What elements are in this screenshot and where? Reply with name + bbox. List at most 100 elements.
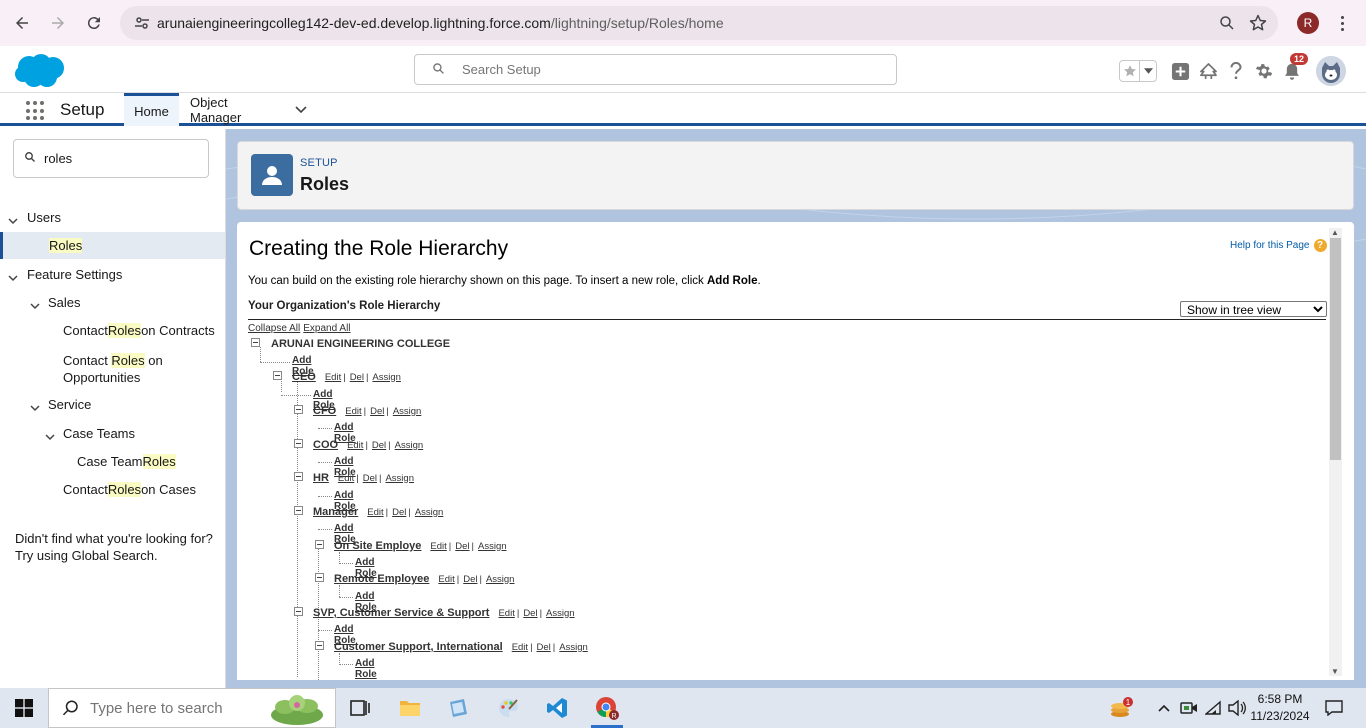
help-icon[interactable] xyxy=(1222,58,1250,84)
meet-now-icon[interactable] xyxy=(1178,688,1200,728)
collapse-toggle-icon[interactable] xyxy=(294,607,303,616)
browser-profile-avatar[interactable]: R xyxy=(1297,12,1319,34)
tab-object-manager[interactable]: Object Manager xyxy=(179,93,307,126)
expand-all-link[interactable]: Expand All xyxy=(303,323,350,334)
tab-home[interactable]: Home xyxy=(124,93,179,126)
address-bar[interactable]: arunaiengineeringcolleg142-dev-ed.develo… xyxy=(120,6,1278,40)
quick-find-box[interactable] xyxy=(13,139,209,178)
scrollbar-thumb[interactable] xyxy=(1330,238,1341,460)
notes-app-icon[interactable] xyxy=(434,688,482,728)
quick-find-input[interactable] xyxy=(44,151,194,166)
edit-link[interactable]: Edit xyxy=(367,507,383,518)
assign-link[interactable]: Assign xyxy=(393,406,422,417)
sidebar-item-contact-roles-contracts[interactable]: Contact Roles on Contracts xyxy=(63,323,215,338)
user-avatar[interactable] xyxy=(1316,56,1346,86)
assign-link[interactable]: Assign xyxy=(486,574,515,585)
edit-link[interactable]: Edit xyxy=(345,406,361,417)
vscode-icon[interactable] xyxy=(533,688,581,728)
assign-link[interactable]: Assign xyxy=(546,608,575,619)
collapse-toggle-icon[interactable] xyxy=(294,439,303,448)
wifi-icon[interactable] xyxy=(1203,688,1225,728)
volume-icon[interactable] xyxy=(1226,688,1248,728)
sidebar-item-case-team-roles[interactable]: Case Team Roles xyxy=(77,454,176,469)
role-link-customer-support-intl[interactable]: Customer Support, International xyxy=(334,641,503,653)
chevron-down-icon[interactable] xyxy=(8,213,18,228)
delete-link[interactable]: Del xyxy=(523,608,537,619)
sidebar-item-contact-roles-opportunities[interactable]: Contact Roles on Opportunities xyxy=(63,352,163,386)
edit-link[interactable]: Edit xyxy=(498,608,514,619)
reload-icon[interactable] xyxy=(76,5,112,41)
edit-link[interactable]: Edit xyxy=(438,574,454,585)
view-mode-select[interactable]: Show in tree view xyxy=(1180,301,1327,317)
help-for-page-link[interactable]: Help for this Page ? xyxy=(1230,239,1327,252)
sidebar-item-case-teams[interactable]: Case Teams xyxy=(45,426,135,441)
delete-link[interactable]: Del xyxy=(392,507,406,518)
collapse-toggle-icon[interactable] xyxy=(315,573,324,582)
chevron-down-icon[interactable] xyxy=(295,105,307,114)
edit-link[interactable]: Edit xyxy=(338,473,354,484)
chevron-down-icon[interactable] xyxy=(30,400,40,415)
role-link-cfo[interactable]: CFO xyxy=(313,405,336,417)
role-link-on-site-employe[interactable]: On Site Employe xyxy=(334,540,421,552)
file-explorer-icon[interactable] xyxy=(386,688,434,728)
scroll-up-arrow-icon[interactable]: ▲ xyxy=(1331,228,1339,237)
assign-link[interactable]: Assign xyxy=(478,541,507,552)
trailhead-icon[interactable] xyxy=(1194,58,1222,84)
content-scrollbar[interactable]: ▲ ▼ xyxy=(1329,228,1342,676)
scroll-down-arrow-icon[interactable]: ▼ xyxy=(1331,667,1339,676)
task-view-icon[interactable] xyxy=(336,688,384,728)
global-actions-icon[interactable] xyxy=(1166,58,1194,84)
sidebar-item-contact-roles-cases[interactable]: Contact Roles on Cases xyxy=(63,482,196,497)
chevron-up-icon[interactable] xyxy=(1154,688,1174,728)
collapse-toggle-icon[interactable] xyxy=(315,641,324,650)
role-link-remote-employee[interactable]: Remote Employee xyxy=(334,573,429,585)
delete-link[interactable]: Del xyxy=(363,473,377,484)
delete-link[interactable]: Del xyxy=(350,372,364,383)
delete-link[interactable]: Del xyxy=(537,642,551,653)
sidebar-item-service[interactable]: Service xyxy=(30,397,91,412)
edit-link[interactable]: Edit xyxy=(325,372,341,383)
favorites-dropdown-icon[interactable] xyxy=(1139,61,1156,81)
chrome-icon[interactable]: R xyxy=(583,688,631,728)
setup-gear-icon[interactable] xyxy=(1250,58,1278,84)
back-icon[interactable] xyxy=(4,5,40,41)
taskbar-search-box[interactable] xyxy=(48,688,336,728)
assign-link[interactable]: Assign xyxy=(415,507,444,518)
sidebar-item-users[interactable]: Users xyxy=(8,210,61,225)
collapse-toggle-icon[interactable] xyxy=(294,472,303,481)
paint-app-icon[interactable] xyxy=(484,688,532,728)
zoom-icon[interactable] xyxy=(1218,14,1236,35)
favorites-star-icon[interactable] xyxy=(1120,61,1139,81)
help-link-text[interactable]: Help for this Page xyxy=(1230,240,1310,251)
sidebar-item-sales[interactable]: Sales xyxy=(30,295,81,310)
delete-link[interactable]: Del xyxy=(370,406,384,417)
global-search-input[interactable] xyxy=(462,62,862,77)
assign-link[interactable]: Assign xyxy=(385,473,414,484)
bookmark-star-icon[interactable] xyxy=(1248,13,1268,36)
assign-link[interactable]: Assign xyxy=(395,440,424,451)
chevron-down-icon[interactable] xyxy=(30,298,40,313)
global-search-box[interactable] xyxy=(414,54,897,85)
collapse-toggle-icon[interactable] xyxy=(294,405,303,414)
add-role-link[interactable]: Add Role xyxy=(355,658,377,680)
role-link-hr[interactable]: HR xyxy=(313,472,329,484)
site-info-icon[interactable] xyxy=(130,15,154,31)
app-launcher-icon[interactable] xyxy=(26,101,46,121)
delete-link[interactable]: Del xyxy=(455,541,469,552)
notification-center-icon[interactable] xyxy=(1322,688,1346,728)
browser-menu-icon[interactable] xyxy=(1332,12,1352,34)
role-link-ceo[interactable]: CEO xyxy=(292,371,316,383)
collapse-toggle-icon[interactable] xyxy=(251,338,260,347)
delete-link[interactable]: Del xyxy=(463,574,477,585)
delete-link[interactable]: Del xyxy=(372,440,386,451)
role-link-svp-customer-service[interactable]: SVP, Customer Service & Support xyxy=(313,607,489,619)
role-link-manager[interactable]: Manager xyxy=(313,506,358,518)
edit-link[interactable]: Edit xyxy=(512,642,528,653)
collapse-toggle-icon[interactable] xyxy=(315,540,324,549)
assign-link[interactable]: Assign xyxy=(372,372,401,383)
tray-app-icon[interactable]: 1 xyxy=(1106,688,1136,728)
system-clock[interactable]: 6:58 PM 11/23/2024 xyxy=(1246,691,1314,725)
sidebar-item-roles[interactable]: Roles xyxy=(0,232,225,259)
taskbar-search-input[interactable] xyxy=(90,699,230,717)
edit-link[interactable]: Edit xyxy=(430,541,446,552)
